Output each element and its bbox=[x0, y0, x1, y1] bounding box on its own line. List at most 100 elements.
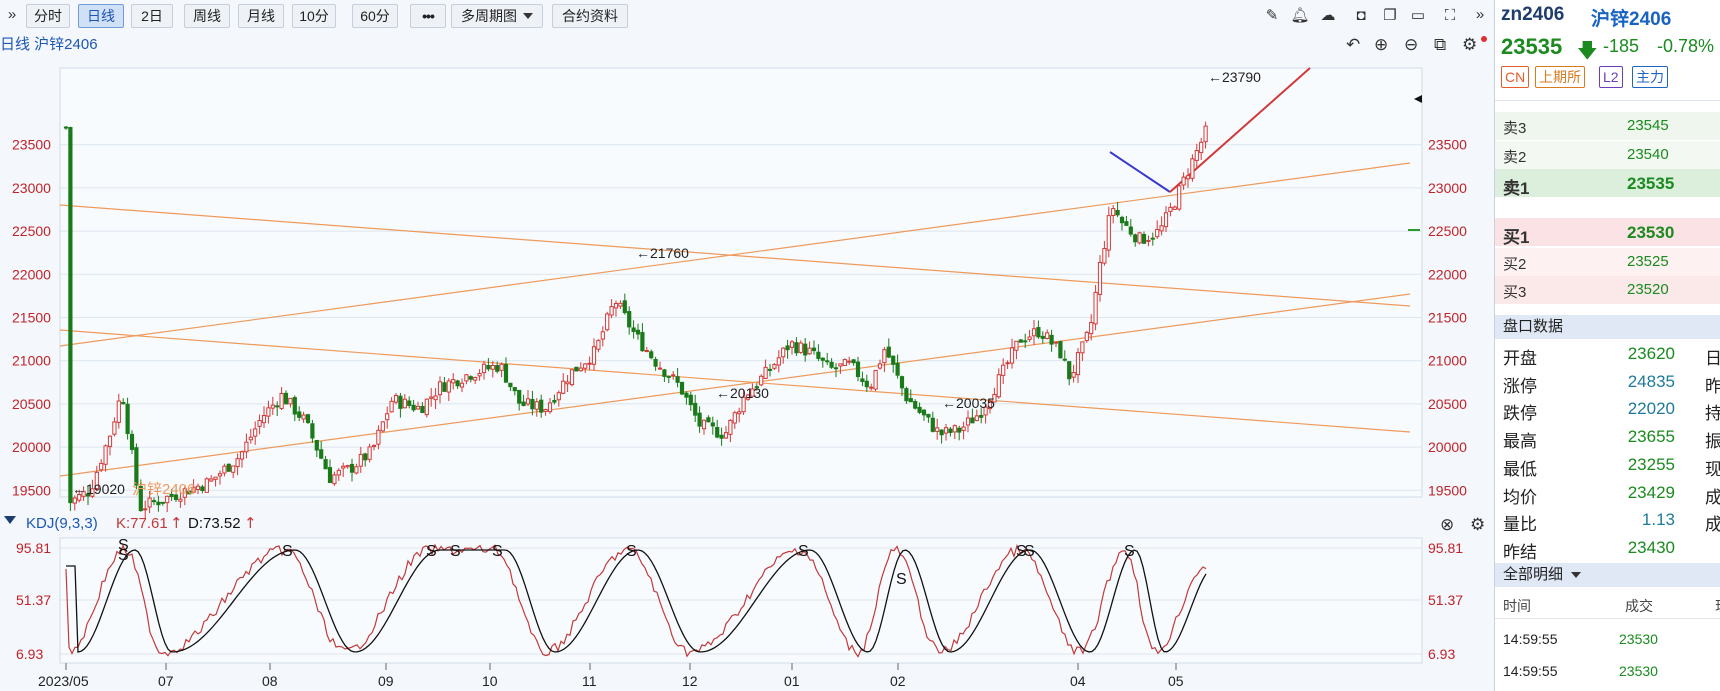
bid-price: 23520 bbox=[1627, 281, 1669, 298]
candle-body bbox=[283, 392, 289, 405]
y-tick-label: 19500 bbox=[1428, 482, 1467, 498]
kdj-signal-marker: S bbox=[426, 543, 437, 560]
x-tick-label: 09 bbox=[378, 673, 394, 689]
candle-body bbox=[503, 363, 509, 383]
stat-key: 均价 bbox=[1503, 487, 1537, 507]
candle-body bbox=[811, 347, 817, 352]
candle-body bbox=[125, 403, 130, 434]
chart-canvas[interactable]: 23500 23000 22500 22000 21500 21000 20500 20000… bbox=[0, 0, 1494, 691]
candle-body bbox=[433, 395, 438, 401]
kdj-collapse-icon[interactable] bbox=[4, 516, 16, 524]
tag-l2[interactable]: L2 bbox=[1599, 66, 1623, 88]
x-tick-label: 12 bbox=[682, 673, 698, 689]
candle-body bbox=[803, 343, 808, 356]
y-tick-label: 21500 bbox=[12, 310, 51, 326]
candle-body bbox=[266, 407, 271, 417]
undo-icon[interactable]: ↶ bbox=[1346, 35, 1360, 55]
kdj-settings-icon[interactable]: ⚙ bbox=[1470, 515, 1485, 535]
stat-extra-key: 振 bbox=[1705, 432, 1720, 452]
kdj-close-icon[interactable]: ⊗ bbox=[1440, 515, 1454, 535]
candle-body bbox=[939, 429, 944, 436]
candle-body bbox=[209, 478, 214, 482]
candle-body bbox=[635, 329, 641, 335]
candle-body bbox=[1084, 331, 1089, 342]
price-change-pct: -0.78% bbox=[1657, 36, 1715, 56]
candle-body bbox=[398, 395, 403, 409]
candle-body bbox=[583, 363, 588, 369]
candle-body bbox=[1014, 340, 1019, 351]
candle-body bbox=[609, 306, 614, 316]
main-y-axis-left: 23500 23000 22500 22000 21500 21000 20500 20000… bbox=[12, 137, 51, 499]
zoom-out-icon[interactable]: ⊖ bbox=[1404, 35, 1418, 55]
candle-body bbox=[899, 376, 905, 389]
settings-icon[interactable]: ⚙ bbox=[1462, 35, 1477, 55]
candle-body bbox=[244, 441, 249, 453]
ask-row-1[interactable]: 卖1 23535 bbox=[1495, 169, 1720, 198]
candle-body bbox=[103, 445, 108, 465]
kdj-label: KDJ(9,3,3) bbox=[26, 515, 98, 532]
candle-body bbox=[829, 361, 834, 368]
candle-body bbox=[156, 501, 161, 506]
candle-body bbox=[345, 465, 350, 468]
tag-cn[interactable]: CN bbox=[1501, 66, 1530, 88]
candle-body bbox=[301, 414, 306, 420]
candle-body bbox=[926, 413, 931, 418]
market-data-title[interactable]: 盘口数据 bbox=[1495, 315, 1720, 339]
ask-price: 23540 bbox=[1627, 146, 1669, 163]
candle-body bbox=[1146, 239, 1151, 242]
tag-main-contract[interactable]: 主力 bbox=[1632, 66, 1668, 88]
k-up-arrow-icon: ↑ bbox=[170, 514, 183, 532]
copy-icon[interactable]: ⧉ bbox=[1434, 35, 1446, 55]
x-tick-label: 08 bbox=[262, 673, 278, 689]
main-plot-frame bbox=[59, 67, 1423, 498]
candle-body bbox=[697, 412, 702, 427]
ask-row-3[interactable]: 卖3 23545 bbox=[1495, 112, 1720, 140]
candle-body bbox=[1172, 206, 1177, 210]
candle-body bbox=[556, 392, 561, 401]
candle-body bbox=[72, 497, 77, 504]
bid-row-2[interactable]: 买2 23525 bbox=[1495, 248, 1720, 276]
candle-body bbox=[860, 378, 865, 382]
candle-body bbox=[1058, 341, 1063, 359]
bid-label: 买2 bbox=[1503, 256, 1527, 273]
candle-body bbox=[882, 349, 887, 364]
candle-body bbox=[63, 126, 69, 129]
candle-body bbox=[490, 365, 495, 370]
candle-body bbox=[891, 355, 896, 365]
candle-body bbox=[957, 427, 962, 433]
stat-value: 23655 bbox=[1627, 427, 1675, 447]
stat-key: 跌停 bbox=[1503, 404, 1537, 424]
candle-body bbox=[759, 375, 764, 386]
contract-name[interactable]: 沪锌2406 bbox=[1591, 4, 1671, 31]
candle-body bbox=[640, 332, 645, 352]
candle-body bbox=[468, 376, 473, 380]
ask-row-2[interactable]: 卖2 23540 bbox=[1495, 141, 1720, 169]
candle-body bbox=[1102, 248, 1107, 264]
candle-body bbox=[354, 466, 359, 474]
candle-body bbox=[851, 359, 856, 364]
zoom-in-icon[interactable]: ⊕ bbox=[1374, 35, 1388, 55]
candle-body bbox=[367, 446, 372, 460]
candle-body bbox=[974, 415, 979, 422]
d-up-arrow-icon: ↑ bbox=[244, 514, 257, 532]
tag-exchange[interactable]: 上期所 bbox=[1535, 66, 1585, 88]
candle-body bbox=[763, 366, 768, 379]
candle-body bbox=[1106, 215, 1111, 251]
candle-body bbox=[319, 449, 324, 459]
candle-body bbox=[451, 379, 456, 384]
candle-body bbox=[1159, 225, 1164, 232]
candle-body bbox=[794, 342, 799, 354]
candle-body bbox=[1163, 212, 1169, 228]
candle-body bbox=[772, 364, 777, 369]
candle-body bbox=[877, 363, 883, 369]
candle-body bbox=[816, 351, 821, 359]
candle-body bbox=[1194, 150, 1199, 161]
candle-body bbox=[389, 400, 394, 413]
contract-code: zn2406 bbox=[1501, 4, 1565, 25]
bid-row-3[interactable]: 买3 23520 bbox=[1495, 276, 1720, 304]
x-tick-label: 05 bbox=[1168, 673, 1184, 689]
bid-row-1[interactable]: 买1 23530 bbox=[1495, 218, 1720, 247]
candle-body bbox=[314, 439, 319, 451]
candle-body bbox=[521, 401, 526, 407]
trades-title[interactable]: 全部明细 bbox=[1495, 563, 1720, 587]
